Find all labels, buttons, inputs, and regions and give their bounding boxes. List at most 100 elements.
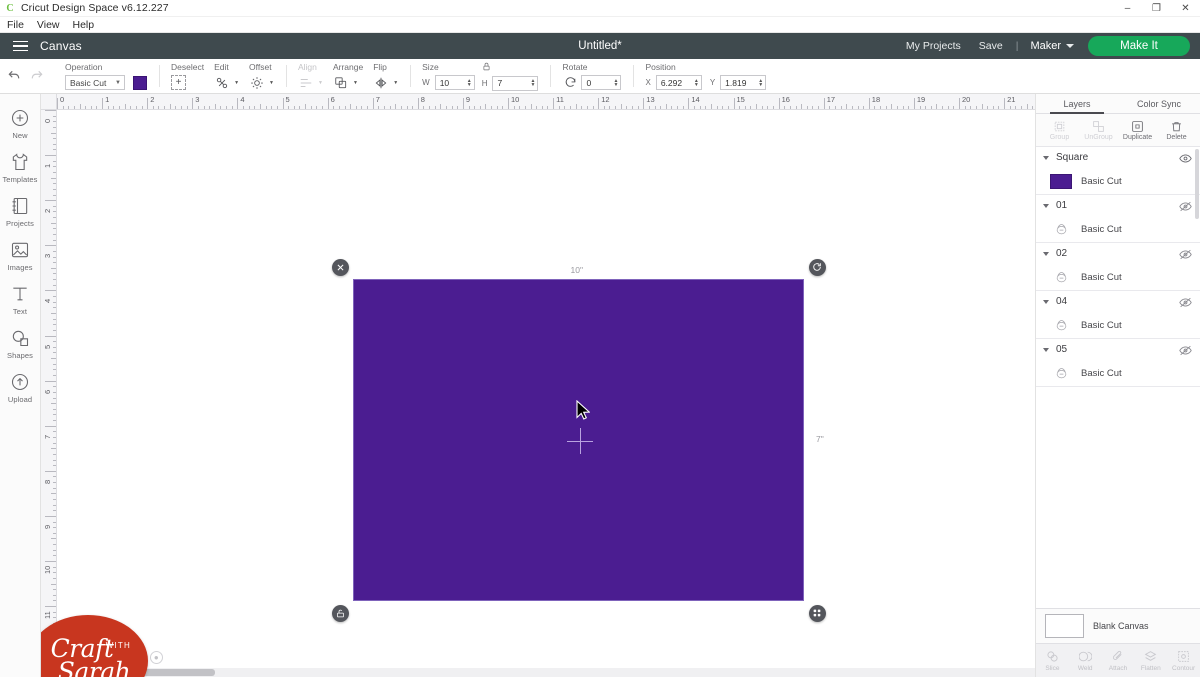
ruler-label: 4 xyxy=(43,299,52,304)
duplicate-button[interactable]: Duplicate xyxy=(1119,119,1157,141)
eye-off-icon[interactable] xyxy=(1179,248,1193,260)
pos-y-input[interactable]: 1.819 ▲ ▼ xyxy=(720,75,767,90)
chevron-down-icon[interactable] xyxy=(1043,203,1049,208)
flatten-button: Flatten xyxy=(1135,650,1166,672)
chevron-down-icon[interactable]: ▼ xyxy=(353,80,358,86)
size-group: Size W 10 ▲ ▼ H 7 ▲ ▼ xyxy=(410,59,550,93)
layer-group-header[interactable]: 05 xyxy=(1036,339,1200,360)
pos-x-stepper[interactable]: ▲ ▼ xyxy=(694,78,700,87)
ruler-tick xyxy=(53,482,56,484)
flip-icon[interactable] xyxy=(373,75,389,91)
width-stepper[interactable]: ▲ ▼ xyxy=(467,78,473,87)
tab-color-sync[interactable]: Color Sync xyxy=(1118,94,1200,113)
maximize-button[interactable]: ❐ xyxy=(1142,0,1171,17)
ruler-tick xyxy=(53,138,56,140)
delete-handle[interactable] xyxy=(331,258,349,276)
layer-group-header[interactable]: Square xyxy=(1036,147,1200,168)
notebook-icon xyxy=(9,195,31,217)
eye-icon[interactable] xyxy=(1179,152,1193,164)
layer-row[interactable]: Basic Cut xyxy=(1036,360,1200,386)
layer-image-thumbnail[interactable] xyxy=(1050,221,1072,237)
ruler-tick xyxy=(51,267,56,269)
layer-image-thumbnail[interactable] xyxy=(1050,365,1072,381)
lock-aspect-icon[interactable] xyxy=(482,62,491,74)
chevron-down-icon[interactable]: ▼ xyxy=(234,80,239,86)
canvas-area[interactable]: 0 1 2 3 4 5 6 7 8 9 10 11 12 13 14 15 16 17 18 19 20 21 01234… xyxy=(41,94,1035,677)
make-it-button[interactable]: Make It xyxy=(1088,36,1190,56)
pos-y-stepper[interactable]: ▲ ▼ xyxy=(758,78,764,87)
chevron-down-icon[interactable] xyxy=(1043,251,1049,256)
height-stepper[interactable]: ▲ ▼ xyxy=(531,79,537,88)
zoom-reset-icon[interactable]: ● xyxy=(149,651,163,664)
eye-off-icon[interactable] xyxy=(1179,344,1193,356)
layer-color-swatch[interactable] xyxy=(1050,173,1072,189)
sidebar-item-shapes[interactable]: Shapes xyxy=(0,321,41,365)
sidebar-item-images[interactable]: Images xyxy=(0,233,41,277)
chevron-down-icon[interactable]: ▼ xyxy=(393,80,398,86)
layer-row[interactable]: Basic Cut xyxy=(1036,216,1200,242)
ruler-tick xyxy=(53,549,56,551)
ruler-tick xyxy=(259,104,261,109)
pos-x-input[interactable]: 6.292 ▲ ▼ xyxy=(655,75,702,90)
layers-actions: Group UnGroup Duplicate Delete xyxy=(1036,114,1200,147)
layer-image-thumbnail[interactable] xyxy=(1050,269,1072,285)
height-input[interactable]: 7 ▲ ▼ xyxy=(492,75,539,91)
my-projects-link[interactable]: My Projects xyxy=(897,40,970,52)
offset-icon[interactable] xyxy=(249,75,265,91)
sidebar-item-templates[interactable]: Templates xyxy=(0,145,41,189)
deselect-button[interactable]: + xyxy=(171,75,186,90)
ruler-tick xyxy=(45,200,56,202)
ruler-tick xyxy=(164,106,166,109)
resize-handle[interactable] xyxy=(808,604,826,622)
unlock-aspect-handle[interactable] xyxy=(331,604,349,622)
rotate-stepper[interactable]: ▲ ▼ xyxy=(614,78,620,87)
layer-image-thumbnail[interactable] xyxy=(1050,317,1072,333)
sidebar-item-upload[interactable]: Upload xyxy=(0,365,41,409)
eye-off-icon[interactable] xyxy=(1179,200,1193,212)
undo-icon[interactable] xyxy=(7,69,21,83)
ruler-tick xyxy=(840,106,842,109)
chevron-down-icon[interactable] xyxy=(1043,155,1049,160)
rotate-handle[interactable] xyxy=(808,258,826,276)
sidebar-item-projects[interactable]: Projects xyxy=(0,189,41,233)
canvas-background-swatch[interactable] xyxy=(1045,614,1084,638)
operation-select[interactable]: Basic Cut ▼ xyxy=(65,75,125,90)
width-input[interactable]: 10 ▲ ▼ xyxy=(434,75,475,90)
chevron-down-icon[interactable] xyxy=(1043,347,1049,352)
canvas-background-row[interactable]: Blank Canvas xyxy=(1036,608,1200,643)
tab-layers[interactable]: Layers xyxy=(1036,94,1118,114)
machine-selector[interactable]: Maker xyxy=(1022,40,1082,52)
minimize-button[interactable]: – xyxy=(1113,0,1142,17)
rotate-input[interactable]: 0 ▲ ▼ xyxy=(581,75,622,90)
operation-color-swatch[interactable] xyxy=(133,75,147,90)
artboard[interactable]: 10" 7" Craft WITH Sarah ● xyxy=(41,110,1035,677)
layer-group-header[interactable]: 01 xyxy=(1036,195,1200,216)
sidebar-item-new[interactable]: New xyxy=(0,101,41,145)
layers-list[interactable]: Square Basic Cut 01 Basic Cut 02 Basic Cut 04 B… xyxy=(1036,147,1200,608)
layer-row[interactable]: Basic Cut xyxy=(1036,264,1200,290)
eye-off-icon[interactable] xyxy=(1179,296,1193,308)
ruler-tick xyxy=(846,104,848,109)
layer-group-header[interactable]: 02 xyxy=(1036,243,1200,264)
layer-row[interactable]: Basic Cut xyxy=(1036,168,1200,194)
chevron-down-icon[interactable] xyxy=(1043,299,1049,304)
save-button[interactable]: Save xyxy=(970,40,1012,52)
menu-help[interactable]: Help xyxy=(71,19,102,31)
delete-button[interactable]: Delete xyxy=(1158,119,1196,141)
edit-icon[interactable] xyxy=(214,75,230,91)
menu-view[interactable]: View xyxy=(35,19,67,31)
layer-row[interactable]: Basic Cut xyxy=(1036,312,1200,338)
square-shape[interactable] xyxy=(353,279,804,601)
ruler-label: 20 xyxy=(962,95,971,104)
sidebar-item-text[interactable]: Text xyxy=(0,277,41,321)
hamburger-icon[interactable] xyxy=(0,40,40,52)
arrange-icon[interactable] xyxy=(333,75,349,91)
layer-group-header[interactable]: 04 xyxy=(1036,291,1200,312)
horizontal-scrollbar[interactable] xyxy=(57,668,1035,677)
chevron-down-icon[interactable]: ▼ xyxy=(269,80,274,86)
arrange-group: Align ▼ Arrange ▼ Flip ▼ xyxy=(285,59,410,93)
menu-file[interactable]: File xyxy=(5,19,31,31)
layers-scrollbar[interactable] xyxy=(1195,149,1199,219)
redo-icon[interactable] xyxy=(30,69,44,83)
close-button[interactable]: ✕ xyxy=(1171,0,1200,17)
